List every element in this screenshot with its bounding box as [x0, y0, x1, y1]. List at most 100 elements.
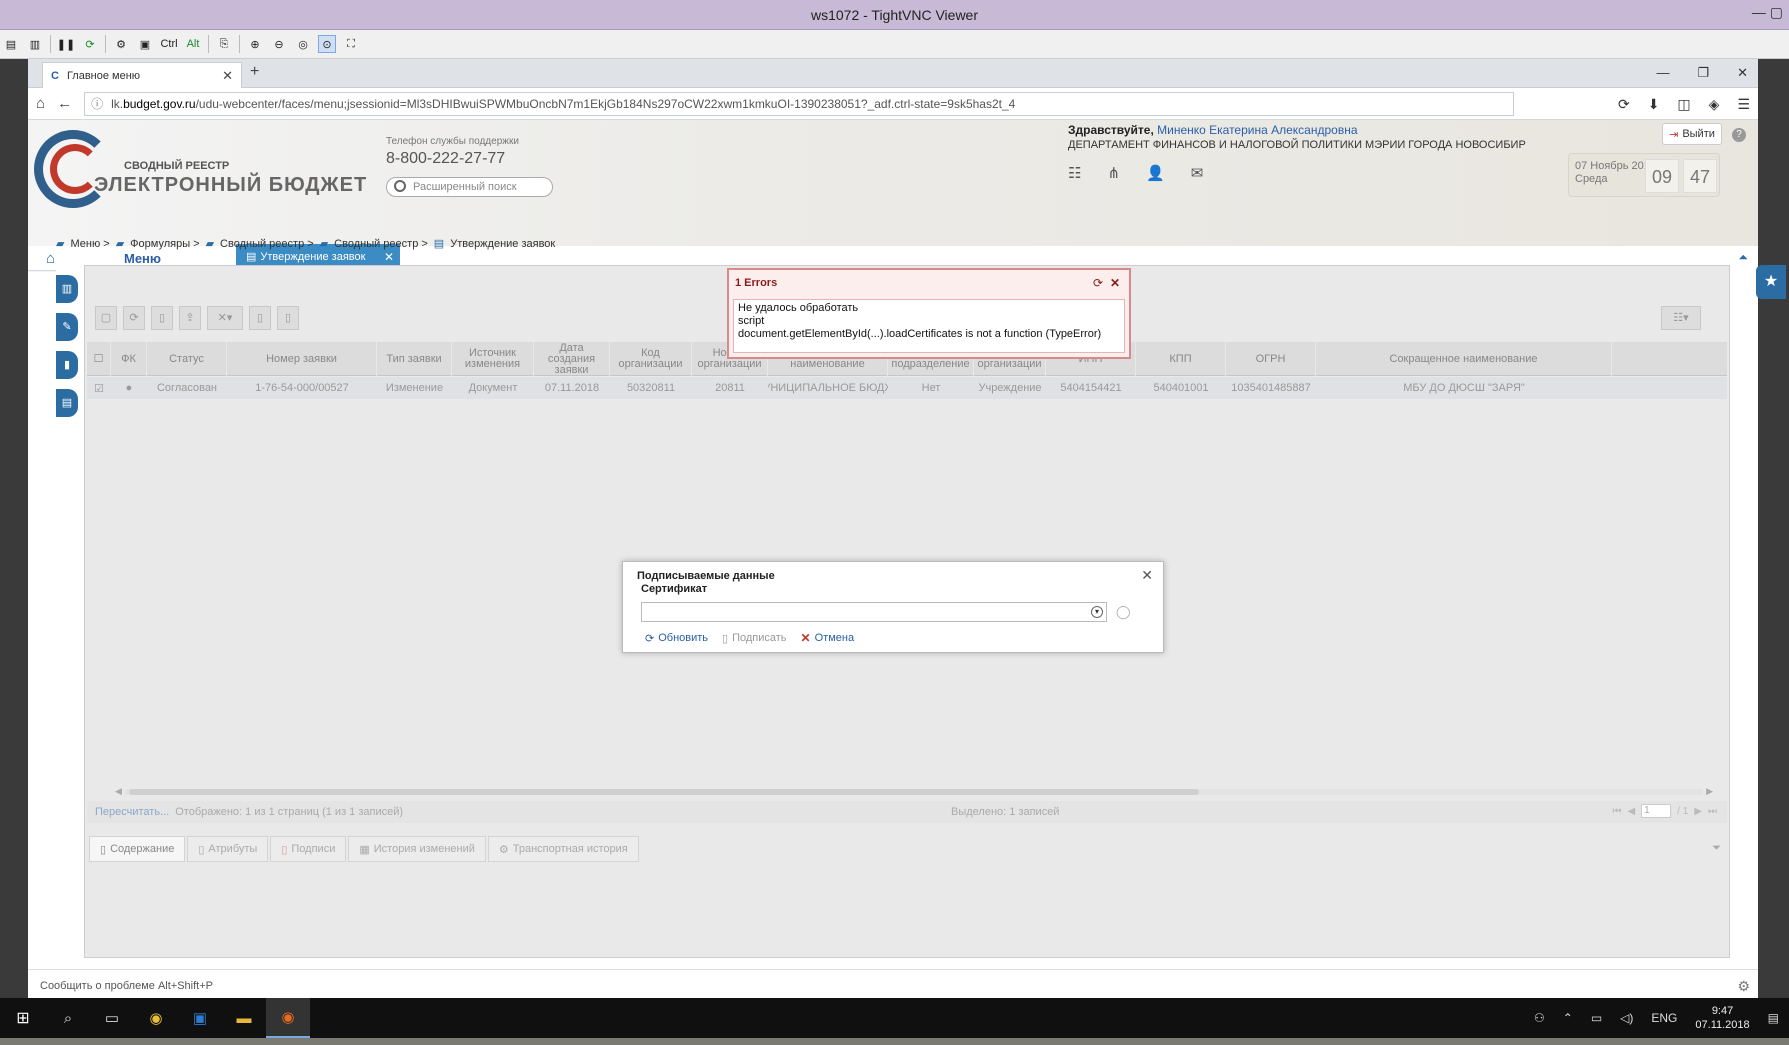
- close-window-icon[interactable]: ✕: [1737, 65, 1748, 81]
- dialog-close-icon[interactable]: ✕: [1141, 567, 1153, 584]
- collapse-header-icon[interactable]: ⏶: [1738, 250, 1748, 265]
- column-header[interactable]: Источник изменения: [452, 342, 534, 376]
- zoom-100-icon[interactable]: ◎: [294, 35, 312, 53]
- document-icon[interactable]: ▤: [56, 389, 78, 417]
- app-home-icon[interactable]: ⌂: [46, 250, 55, 267]
- new-tab-button[interactable]: +: [250, 63, 259, 81]
- column-header[interactable]: ОГРН: [1226, 342, 1316, 376]
- tab-attributes[interactable]: ▯ Атрибуты: [187, 836, 269, 862]
- expand-details-icon[interactable]: ⏷: [1712, 842, 1721, 855]
- volume-icon[interactable]: ◁): [1620, 1011, 1633, 1025]
- search-icon[interactable]: ⌕: [46, 998, 90, 1038]
- ctrl-key-button[interactable]: Ctrl: [160, 35, 178, 53]
- column-header[interactable]: Сокращенное наименование: [1316, 342, 1612, 376]
- new-connection-icon[interactable]: ▤: [2, 35, 20, 53]
- column-header[interactable]: КПП: [1136, 342, 1226, 376]
- restore-icon[interactable]: ❐: [1697, 65, 1709, 81]
- explorer-icon[interactable]: ▬: [222, 998, 266, 1038]
- column-settings-icon[interactable]: ☷▾: [1661, 306, 1701, 330]
- refresh-grid-icon[interactable]: ⟳: [123, 306, 145, 330]
- download-icon[interactable]: ⬇: [1648, 96, 1660, 113]
- book-icon[interactable]: ▮: [56, 351, 78, 379]
- horizontal-scrollbar[interactable]: ◀ ▶: [115, 786, 1713, 798]
- remove-dropdown-icon[interactable]: ✕▾: [207, 306, 243, 330]
- tab-content[interactable]: ▯ Содержание: [89, 836, 186, 862]
- certificate-select[interactable]: ▾: [641, 602, 1107, 622]
- home-icon[interactable]: ⌂: [36, 95, 45, 112]
- edit-icon[interactable]: ✎: [56, 313, 78, 341]
- column-header[interactable]: Дата создания заявки: [534, 342, 610, 376]
- tab-signatures[interactable]: ▯ Подписи: [270, 836, 347, 862]
- refresh-button[interactable]: ⟳ Обновить: [645, 632, 708, 645]
- tab-transport-history[interactable]: ⚙ Транспортная история: [487, 836, 639, 862]
- breadcrumb-item[interactable]: Меню >: [70, 238, 109, 250]
- reload-icon[interactable]: ⟳: [1618, 96, 1630, 113]
- column-header[interactable]: Номер заявки: [227, 342, 377, 376]
- taskbar-clock[interactable]: 9:47 07.11.2018: [1695, 1004, 1749, 1032]
- close-app-tab-icon[interactable]: ✕: [384, 250, 394, 264]
- options-icon[interactable]: ⚙: [112, 35, 130, 53]
- back-icon[interactable]: ←: [57, 95, 72, 112]
- pocket-icon[interactable]: ◈: [1709, 96, 1720, 113]
- first-page-icon[interactable]: ⏮: [1612, 806, 1621, 817]
- pause-icon[interactable]: ❚❚: [57, 35, 75, 53]
- ctrl-alt-del-icon[interactable]: ▣: [136, 35, 154, 53]
- chart-icon[interactable]: ▥: [56, 275, 78, 303]
- copy-icon[interactable]: ▯: [249, 306, 271, 330]
- menu-link[interactable]: Меню: [124, 251, 161, 266]
- page-number-input[interactable]: 1: [1641, 804, 1672, 818]
- mail-icon[interactable]: ✉: [1191, 164, 1204, 182]
- create-icon[interactable]: ▢: [95, 306, 117, 330]
- people-icon[interactable]: ⚇: [1534, 1011, 1545, 1025]
- export-icon[interactable]: ⇪: [179, 306, 201, 330]
- gear-icon[interactable]: ⚙: [1737, 978, 1750, 995]
- windows-start-icon[interactable]: ⊞: [0, 1008, 46, 1028]
- recalculate-link[interactable]: Пересчитать...: [95, 806, 169, 818]
- vnc-window-controls[interactable]: — ▢: [1752, 4, 1783, 21]
- chevron-down-icon[interactable]: ▾: [1091, 606, 1103, 618]
- task-view-icon[interactable]: ▭: [90, 998, 134, 1038]
- users-icon[interactable]: 👤: [1146, 164, 1165, 182]
- scroll-thumb[interactable]: [129, 789, 1199, 795]
- url-input[interactable]: ⓘ lk. budget.gov.ru/udu-webcenter/faces/m…: [84, 91, 1515, 116]
- error-refresh-icon[interactable]: ⟳: [1093, 276, 1103, 290]
- zoom-fit-icon[interactable]: ⊙: [318, 35, 336, 53]
- zoom-out-icon[interactable]: ⊖: [270, 35, 288, 53]
- clipboard-icon[interactable]: ⎘: [215, 35, 233, 53]
- logout-button[interactable]: ⇥ Выйти: [1662, 123, 1722, 145]
- notifications-icon[interactable]: ▤: [1768, 1011, 1779, 1025]
- tab-history[interactable]: ▦ История изменений: [348, 836, 486, 862]
- user-name-link[interactable]: Миненко Екатерина Александровна: [1157, 123, 1357, 137]
- extended-search-input[interactable]: Расширенный поиск: [386, 177, 553, 197]
- favorites-star-icon[interactable]: ★: [1756, 265, 1786, 299]
- prev-page-icon[interactable]: ◀: [1627, 806, 1635, 817]
- close-tab-icon[interactable]: ✕: [222, 68, 233, 84]
- zoom-in-icon[interactable]: ⊕: [246, 35, 264, 53]
- reject-icon[interactable]: ▯: [277, 306, 299, 330]
- column-header[interactable]: ФК: [111, 342, 147, 376]
- breadcrumb-item[interactable]: Формуляры >: [130, 238, 199, 250]
- hierarchy-icon[interactable]: ⋔: [1107, 164, 1120, 182]
- delete-icon[interactable]: ▯: [151, 306, 173, 330]
- last-page-icon[interactable]: ⏭: [1708, 806, 1717, 817]
- scroll-right-icon[interactable]: ▶: [1706, 786, 1713, 797]
- column-header[interactable]: Статус: [147, 342, 227, 376]
- scroll-left-icon[interactable]: ◀: [115, 786, 122, 797]
- help-icon[interactable]: ?: [1732, 128, 1746, 142]
- breadcrumb-item[interactable]: Сводный реестр >: [334, 238, 428, 250]
- table-row[interactable]: ☑ ● Согласован 1-76-54-000/00527 Изменен…: [87, 377, 1727, 399]
- error-close-icon[interactable]: ✕: [1110, 276, 1120, 290]
- browser-tab[interactable]: C Главное меню ✕: [42, 62, 242, 88]
- report-problem-text[interactable]: Сообщить о проблеме Alt+Shift+P: [40, 980, 213, 992]
- row-checkbox[interactable]: ☑: [87, 377, 111, 399]
- minimize-icon[interactable]: —: [1656, 65, 1669, 81]
- view-certificate-icon[interactable]: ◯: [1116, 604, 1131, 620]
- tray-expand-icon[interactable]: ⌃: [1563, 1011, 1573, 1025]
- language-indicator[interactable]: ENG: [1651, 1011, 1677, 1025]
- next-page-icon[interactable]: ▶: [1694, 806, 1702, 817]
- sidebar-toggle-icon[interactable]: ◫: [1677, 96, 1690, 113]
- alt-key-button[interactable]: Alt: [184, 35, 202, 53]
- outlook-icon[interactable]: ▣: [178, 998, 222, 1038]
- firefox-icon[interactable]: ◉: [266, 998, 310, 1038]
- refresh-icon[interactable]: ⟳: [81, 35, 99, 53]
